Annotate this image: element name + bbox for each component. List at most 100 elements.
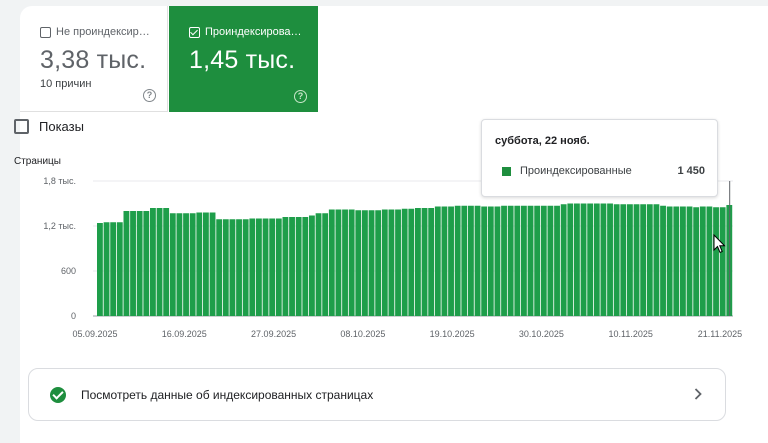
bar[interactable] — [428, 208, 435, 316]
bar[interactable] — [607, 203, 613, 317]
x-tick-label: 30.10.2025 — [519, 329, 564, 339]
bar[interactable] — [653, 204, 660, 316]
bar[interactable] — [501, 205, 507, 316]
bar[interactable] — [368, 210, 375, 316]
bar[interactable] — [673, 206, 680, 317]
bar[interactable] — [613, 204, 620, 316]
bar[interactable] — [203, 212, 209, 317]
bar[interactable] — [415, 208, 421, 316]
bar[interactable] — [587, 203, 594, 317]
bar[interactable] — [633, 204, 640, 316]
bar[interactable] — [454, 205, 461, 316]
bar[interactable] — [110, 222, 117, 316]
bar[interactable] — [236, 219, 242, 316]
bar[interactable] — [196, 212, 203, 317]
bar[interactable] — [143, 211, 150, 316]
bar[interactable] — [302, 217, 309, 316]
bar[interactable] — [699, 206, 706, 317]
bar[interactable] — [275, 218, 282, 317]
bar[interactable] — [640, 204, 647, 316]
bar[interactable] — [514, 205, 521, 316]
bar[interactable] — [580, 203, 587, 317]
bar[interactable] — [600, 203, 607, 317]
bar[interactable] — [335, 209, 342, 317]
bar[interactable] — [322, 213, 329, 316]
bar[interactable] — [554, 205, 560, 316]
bar[interactable] — [534, 205, 541, 316]
bar[interactable] — [176, 213, 183, 316]
bar[interactable] — [355, 210, 362, 316]
bar[interactable] — [620, 204, 627, 316]
bar[interactable] — [381, 209, 388, 317]
bar[interactable] — [289, 217, 295, 316]
bar[interactable] — [660, 205, 666, 316]
bar[interactable] — [189, 213, 196, 316]
bar[interactable] — [547, 205, 554, 316]
bar[interactable] — [97, 223, 103, 316]
bar[interactable] — [401, 208, 408, 316]
bar[interactable] — [103, 222, 110, 316]
bar[interactable] — [150, 208, 156, 316]
bar[interactable] — [494, 206, 501, 317]
bar[interactable] — [719, 207, 726, 316]
bar[interactable] — [328, 209, 335, 317]
bar[interactable] — [593, 203, 600, 317]
bar[interactable] — [468, 205, 474, 316]
bar[interactable] — [487, 206, 494, 317]
bar[interactable] — [408, 208, 415, 316]
bar[interactable] — [507, 205, 514, 316]
bar[interactable] — [567, 203, 574, 317]
bar[interactable] — [646, 204, 653, 316]
bar[interactable] — [348, 209, 355, 317]
bar[interactable] — [481, 206, 488, 317]
chevron-right-icon — [694, 388, 702, 400]
bar[interactable] — [183, 213, 189, 316]
bar[interactable] — [130, 211, 136, 316]
bar[interactable] — [560, 204, 567, 316]
mouse-pointer-icon — [713, 234, 726, 254]
bar[interactable] — [680, 206, 686, 317]
bar[interactable] — [123, 211, 130, 316]
bar[interactable] — [262, 218, 269, 317]
bar[interactable] — [222, 219, 229, 316]
bar[interactable] — [521, 205, 527, 316]
bar[interactable] — [269, 218, 276, 317]
bar[interactable] — [448, 206, 454, 317]
x-tick-label: 21.11.2025 — [698, 329, 742, 339]
bar[interactable] — [342, 209, 348, 317]
bar[interactable] — [706, 206, 713, 317]
bar[interactable] — [693, 207, 700, 316]
bar[interactable] — [295, 217, 302, 316]
bar[interactable] — [540, 205, 547, 316]
bar[interactable] — [421, 208, 428, 316]
bar[interactable] — [666, 206, 673, 317]
bar[interactable] — [116, 222, 123, 316]
bar[interactable] — [362, 210, 368, 316]
bar[interactable] — [229, 219, 236, 316]
bar[interactable] — [375, 210, 382, 316]
bar[interactable] — [216, 219, 223, 316]
bar[interactable] — [395, 209, 401, 317]
bar[interactable] — [461, 205, 468, 316]
bar[interactable] — [388, 209, 395, 317]
bar[interactable] — [441, 206, 448, 317]
bar[interactable] — [315, 213, 322, 316]
bar[interactable] — [574, 203, 580, 317]
bar[interactable] — [686, 206, 693, 317]
bar[interactable] — [474, 205, 481, 316]
bar[interactable] — [163, 208, 170, 316]
bar[interactable] — [309, 215, 315, 317]
view-indexed-pages-link[interactable]: Посмотреть данные об индексированных стр… — [28, 368, 726, 421]
bar[interactable] — [713, 207, 719, 316]
bar[interactable] — [242, 219, 249, 316]
bar[interactable] — [209, 212, 216, 317]
bar[interactable] — [282, 217, 289, 316]
bar[interactable] — [627, 204, 633, 316]
bar[interactable] — [156, 208, 163, 316]
bar[interactable] — [434, 206, 441, 317]
bar[interactable] — [249, 218, 256, 317]
bar[interactable] — [256, 218, 262, 317]
bar[interactable] — [136, 211, 143, 316]
bar[interactable] — [527, 205, 534, 316]
bar[interactable] — [169, 213, 176, 316]
